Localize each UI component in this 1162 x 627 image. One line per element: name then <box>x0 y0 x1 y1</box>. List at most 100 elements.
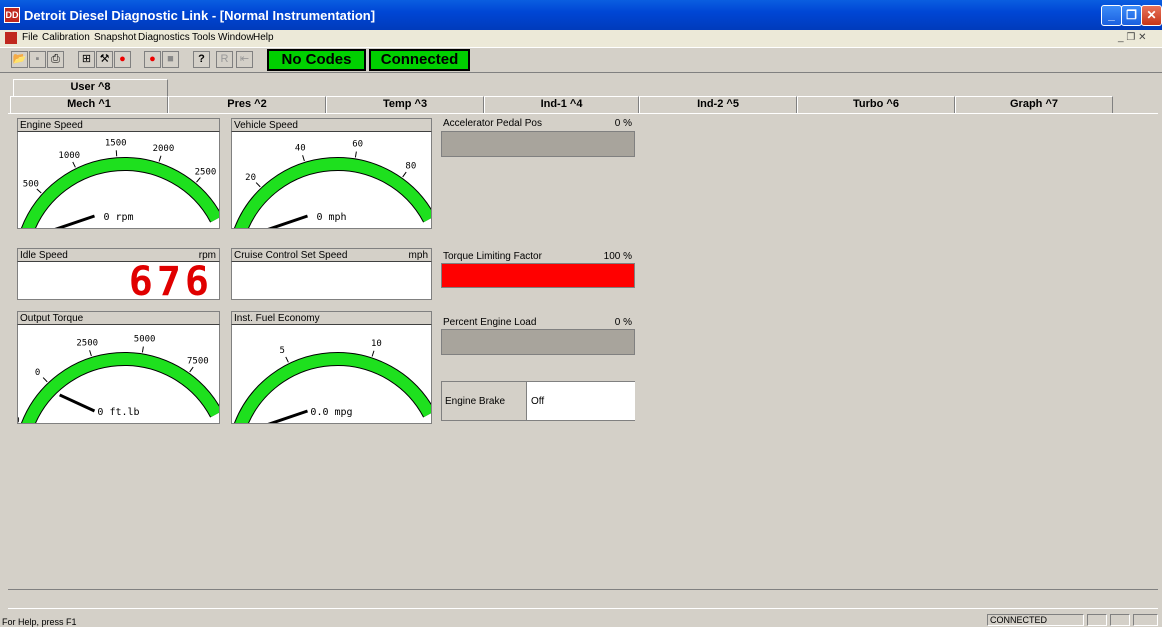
status-bar: For Help, press F1 CONNECTED <box>0 612 1162 627</box>
engine-brake-panel: Engine Brake Off <box>441 381 635 421</box>
fuel-economy-title: Inst. Fuel Economy <box>231 311 432 324</box>
output-torque-gauge: -25000250050007500100000 ft.lb <box>17 324 220 424</box>
status-cell-3 <box>1133 614 1158 626</box>
gauge-readout: 0 ft.lb <box>97 407 139 418</box>
ecu-icon[interactable]: ⊞ <box>78 51 95 68</box>
status-cell-1 <box>1087 614 1107 626</box>
fuel-economy-dial: 0510150.0 mpg <box>234 339 431 423</box>
tab-user[interactable]: User ^8 <box>13 79 168 96</box>
tab-ind-1[interactable]: Ind-1 ^4 <box>484 96 639 113</box>
engine-load-bar <box>441 329 635 355</box>
gauge-tick-label: 500 <box>23 180 39 190</box>
tab-pres[interactable]: Pres ^2 <box>168 96 326 113</box>
gauge-needle <box>59 393 96 413</box>
gauge-tick-label: 0 <box>35 368 40 378</box>
lamp-icon[interactable]: ● <box>114 51 131 68</box>
vehicle-speed-title: Vehicle Speed <box>231 118 432 131</box>
mdi-doc-icon[interactable] <box>5 32 17 44</box>
cruise-speed-title: Cruise Control Set Speed mph <box>231 248 432 261</box>
cruise-speed-display <box>231 261 432 300</box>
accelerator-value: 0 % <box>614 118 632 129</box>
record-icon[interactable]: ● <box>144 51 161 68</box>
menu-diagnostics[interactable]: Diagnostics <box>138 32 190 43</box>
reset-icon[interactable]: R <box>216 51 233 68</box>
tools-icon[interactable]: ⚒ <box>96 51 113 68</box>
app-icon[interactable]: DD <box>4 7 20 23</box>
disconnect-icon[interactable]: ⇤ <box>236 51 253 68</box>
minimize-button[interactable]: _ <box>1101 5 1122 26</box>
gauge-needle <box>267 409 308 423</box>
vehicle-speed-dial: 0204060801000 mph <box>234 140 431 228</box>
gauge-tick <box>354 151 357 158</box>
close-button[interactable]: ✕ <box>1141 5 1162 26</box>
stop-icon[interactable]: ■ <box>162 51 179 68</box>
idle-speed-display: 676 <box>17 259 220 305</box>
gauge-needle <box>267 214 308 228</box>
gauge-readout: 0.0 mpg <box>310 407 352 418</box>
menu-calibration[interactable]: Calibration <box>42 32 90 43</box>
menu-help[interactable]: Help <box>253 32 274 43</box>
gauge-tick <box>371 350 375 357</box>
gauge-tick <box>302 155 305 162</box>
idle-speed-label: Idle Speed <box>20 250 68 261</box>
gauge-tick-label: 40 <box>295 144 306 154</box>
idle-speed-value: 676 <box>128 259 213 305</box>
menu-file[interactable]: File <box>22 32 38 43</box>
engine-brake-field: Off <box>526 382 635 420</box>
engine-speed-gauge: 0500100015002000250030000 rpm <box>17 131 220 229</box>
accelerator-title: Accelerator Pedal Pos 0 % <box>441 117 635 130</box>
status-help-text: For Help, press F1 <box>2 617 77 627</box>
torque-limit-bar <box>441 263 635 288</box>
gauge-tick-label: 60 <box>352 140 363 150</box>
help-icon[interactable]: ? <box>193 51 210 68</box>
engine-speed-dial: 0500100015002000250030000 rpm <box>21 138 219 228</box>
gauge-readout: 0 rpm <box>103 212 133 223</box>
window-title: Detroit Diesel Diagnostic Link - [Normal… <box>24 8 376 23</box>
engine-speed-title: Engine Speed <box>17 118 220 131</box>
menu-snapshot[interactable]: Snapshot <box>94 32 136 43</box>
output-torque-dial: -25000250050007500100000 ft.lb <box>18 335 219 423</box>
vehicle-speed-gauge: 0204060801000 mph <box>231 131 432 229</box>
tab-ind-2[interactable]: Ind-2 ^5 <box>639 96 797 113</box>
gauge-tick-label: 1000 <box>58 151 80 161</box>
restore-button[interactable]: ❐ <box>1121 5 1142 26</box>
gauge-tick <box>42 377 48 383</box>
gauge-tick-label: 2500 <box>76 339 98 349</box>
gauge-tick <box>158 155 162 162</box>
output-torque-title: Output Torque <box>17 311 220 324</box>
menu-tools[interactable]: Tools <box>192 32 215 43</box>
horizontal-scroll-area <box>8 589 1158 609</box>
engine-brake-label: Engine Brake <box>445 396 506 407</box>
gauge-tick-label: 7500 <box>187 357 209 367</box>
menu-window[interactable]: Window <box>218 32 254 43</box>
gauge-tick-label: 20 <box>245 173 256 183</box>
open-icon[interactable]: 📂 <box>11 51 28 68</box>
status-connection: CONNECTED <box>987 614 1084 626</box>
connection-status: Connected <box>369 49 470 71</box>
gauge-readout: 0 mph <box>316 212 346 223</box>
print-icon[interactable]: ⎙ <box>47 51 64 68</box>
accelerator-label: Accelerator Pedal Pos <box>443 118 542 129</box>
gauge-tick-label: 2000 <box>153 144 175 154</box>
save-icon[interactable]: ▪ <box>29 51 46 68</box>
gauge-tick <box>196 177 201 183</box>
torque-limit-value: 100 % <box>603 251 632 262</box>
mdi-window-controls[interactable]: _ ❐ ✕ <box>1118 32 1146 43</box>
tab-turbo[interactable]: Turbo ^6 <box>797 96 955 113</box>
toolbar: 📂 ▪ ⎙ ⊞ ⚒ ● ● ■ ? R ⇤ No Codes Connected <box>0 47 1162 73</box>
gauge-tick-label: 10 <box>371 339 382 349</box>
cruise-speed-label: Cruise Control Set Speed <box>234 250 348 261</box>
gauge-tick-label: 5 <box>280 346 285 356</box>
tab-mech[interactable]: Mech ^1 <box>10 96 168 113</box>
engine-load-label: Percent Engine Load <box>443 317 537 328</box>
status-cell-2 <box>1110 614 1130 626</box>
gauge-tick <box>89 350 92 357</box>
torque-limit-label: Torque Limiting Factor <box>443 251 542 262</box>
tab-temp[interactable]: Temp ^3 <box>326 96 484 113</box>
torque-limit-title: Torque Limiting Factor 100 % <box>441 250 635 263</box>
tab-graph[interactable]: Graph ^7 <box>955 96 1113 113</box>
gauge-tick-label: 80 <box>405 162 416 172</box>
engine-load-title: Percent Engine Load 0 % <box>441 316 635 329</box>
gauge-tick <box>72 161 76 168</box>
engine-brake-value: Off <box>531 396 545 407</box>
